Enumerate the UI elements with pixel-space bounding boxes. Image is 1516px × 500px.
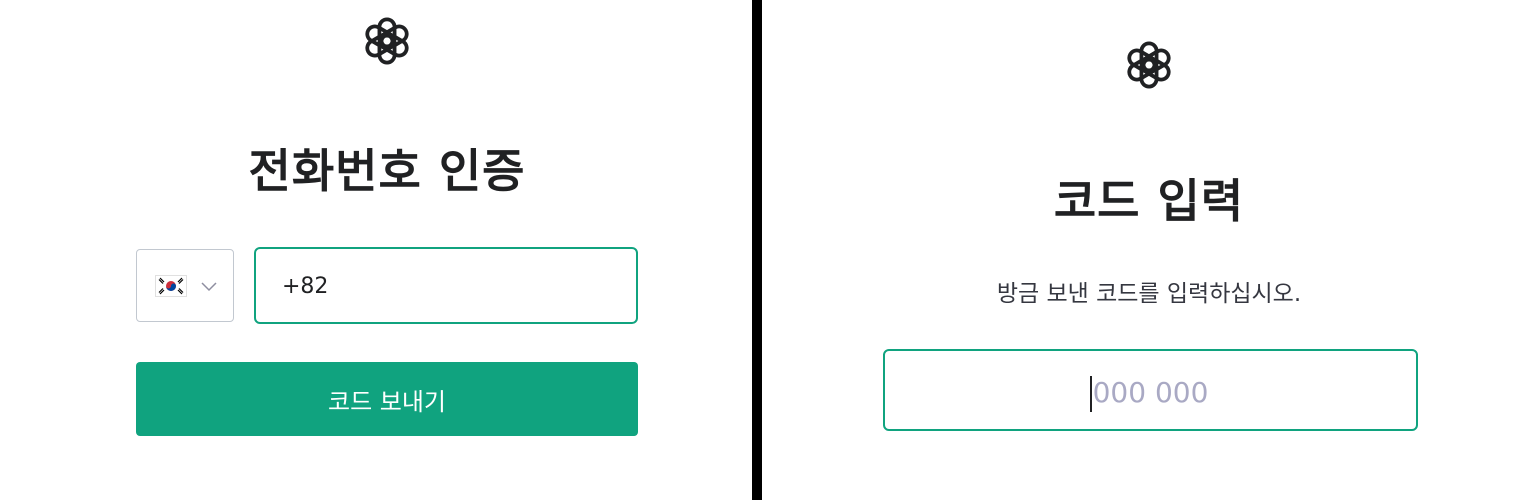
verification-code-input[interactable] <box>885 375 1416 409</box>
send-code-button[interactable]: 코드 보내기 <box>136 362 638 436</box>
page-subtitle: 방금 보낸 코드를 입력하십시오. <box>996 281 1302 307</box>
phone-number-field <box>254 247 638 324</box>
south-korea-flag-icon <box>155 275 187 297</box>
openai-logo-icon <box>360 14 414 68</box>
page-title: 전화번호 인증 <box>248 144 526 198</box>
panel-divider <box>752 0 762 500</box>
country-code-select[interactable] <box>136 249 234 322</box>
code-entry-screen: 코드 입력 방금 보낸 코드를 입력하십시오. <box>762 0 1516 500</box>
phone-verification-screen: 전화번호 인증 코드 보내기 <box>0 0 752 500</box>
chevron-down-icon <box>201 280 217 292</box>
page-title: 코드 입력 <box>1053 174 1245 228</box>
phone-number-input[interactable] <box>282 271 612 301</box>
openai-logo-icon <box>1122 38 1176 92</box>
verification-code-field <box>883 349 1418 431</box>
